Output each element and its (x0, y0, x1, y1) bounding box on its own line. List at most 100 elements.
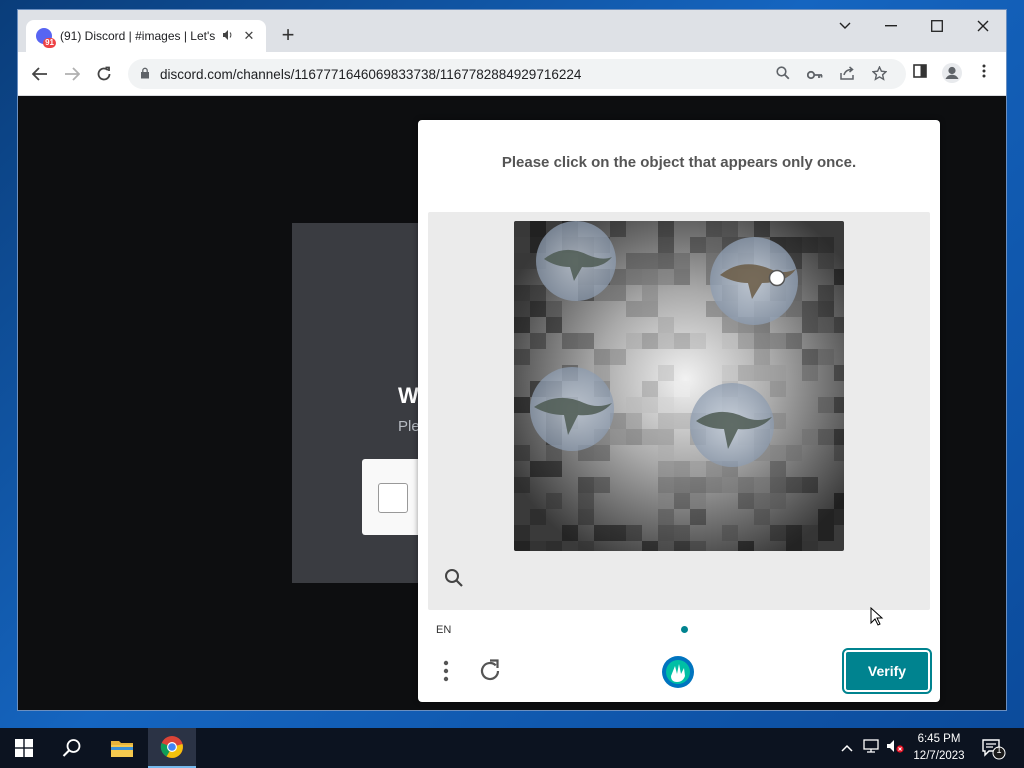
noise-pixel (818, 509, 834, 525)
noise-pixel (610, 349, 626, 365)
noise-pixel (738, 333, 754, 349)
forward-button[interactable] (58, 60, 86, 88)
noise-pixel (754, 477, 770, 493)
noise-pixel (594, 349, 610, 365)
bird-disk-1 (536, 221, 616, 301)
minimize-button[interactable] (868, 10, 914, 42)
noise-pixel (626, 301, 642, 317)
show-hidden-icons-chevron-up-icon[interactable] (838, 739, 856, 757)
discord-favicon-icon: 91 (36, 28, 56, 48)
address-bar[interactable]: discord.com/channels/1167771646069833738… (128, 59, 906, 89)
language-selector[interactable]: EN (436, 624, 451, 636)
taskbar-search-button[interactable] (48, 728, 96, 768)
noise-pixel (754, 349, 770, 365)
verify-button[interactable]: Verify (842, 648, 932, 694)
star-icon[interactable] (870, 65, 888, 84)
close-window-button[interactable] (960, 10, 1006, 42)
search-icon[interactable] (774, 66, 792, 84)
captcha-menu-button[interactable] (436, 657, 456, 685)
noise-pixel (770, 333, 786, 349)
network-icon[interactable] (862, 739, 880, 757)
mouse-cursor-icon (870, 607, 884, 626)
browser-window: 91 (91) Discord | #images | Let's ✕ + di… (18, 10, 1006, 710)
noise-pixel (658, 445, 674, 461)
noise-pixel (786, 477, 802, 493)
url-text[interactable]: discord.com/channels/1167771646069833738… (160, 67, 581, 82)
noise-pixel (690, 237, 706, 253)
speaker-icon[interactable] (222, 29, 236, 44)
noise-pixel (754, 333, 770, 349)
file-explorer-button[interactable] (98, 728, 146, 768)
noise-pixel (738, 493, 754, 509)
noise-pixel (674, 253, 690, 269)
noise-pixel (802, 317, 818, 333)
noise-pixel (546, 301, 562, 317)
reload-button[interactable] (90, 60, 118, 88)
noise-pixel (578, 509, 594, 525)
maximize-button[interactable] (914, 10, 960, 42)
noise-pixel (658, 477, 674, 493)
noise-pixel (722, 333, 738, 349)
noise-pixel (722, 525, 738, 541)
challenge-image[interactable] (514, 221, 844, 551)
noise-pixel (754, 509, 770, 525)
noise-pixel (802, 429, 818, 445)
noise-pixel (706, 237, 722, 253)
noise-pixel (658, 493, 674, 509)
tab-search-button[interactable] (822, 10, 868, 42)
noise-pixel (674, 381, 690, 397)
profile-icon[interactable] (940, 62, 964, 86)
noise-pixel (626, 429, 642, 445)
action-center-button[interactable]: 1 (980, 736, 1006, 760)
noise-pixel (786, 541, 802, 551)
noise-pixel (802, 301, 818, 317)
browser-tab[interactable]: 91 (91) Discord | #images | Let's ✕ (26, 20, 266, 52)
menu-icon[interactable] (974, 64, 994, 84)
noise-pixel (562, 333, 578, 349)
noise-pixel (690, 461, 706, 477)
noise-pixel (802, 349, 818, 365)
discord-page: W Ple Please click on the object that ap… (18, 96, 1006, 710)
reload-icon (97, 66, 111, 81)
noise-pixel (658, 525, 674, 541)
chrome-icon (160, 736, 183, 758)
zoom-icon[interactable] (444, 568, 466, 590)
noise-pixel (514, 397, 530, 413)
noise-pixel (770, 445, 786, 461)
noise-pixel (770, 525, 786, 541)
key-icon[interactable] (806, 66, 824, 84)
captcha-challenge: Please click on the object that appears … (418, 120, 940, 702)
modal-subtext: Ple (398, 418, 420, 435)
new-tab-button[interactable]: + (276, 24, 300, 48)
noise-pixel (722, 477, 738, 493)
noise-pixel (690, 333, 706, 349)
refresh-challenge-button[interactable] (476, 657, 504, 685)
noise-pixel (578, 493, 594, 509)
noise-pixel (834, 269, 844, 285)
noise-pixel (642, 381, 658, 397)
captcha-checkbox[interactable] (378, 483, 408, 513)
noise-pixel (658, 333, 674, 349)
share-icon[interactable] (838, 66, 856, 84)
volume-muted-icon[interactable] (886, 739, 904, 757)
chrome-taskbar-button[interactable] (148, 728, 196, 768)
modal-heading: W (398, 383, 419, 408)
noise-pixel (754, 493, 770, 509)
noise-pixel (834, 429, 844, 445)
noise-pixel (690, 493, 706, 509)
noise-pixel (818, 429, 834, 445)
noise-pixel (514, 221, 530, 237)
noise-pixel (658, 253, 674, 269)
noise-pixel (546, 541, 562, 551)
side-panel-icon[interactable] (910, 64, 930, 84)
lock-icon[interactable] (140, 67, 150, 82)
noise-pixel (642, 253, 658, 269)
noise-pixel (690, 541, 706, 551)
system-clock[interactable]: 6:45 PM 12/7/2023 (906, 731, 972, 765)
tab-close-button[interactable]: ✕ (242, 28, 256, 44)
noise-pixel (802, 541, 818, 551)
start-button[interactable] (0, 728, 48, 768)
noise-pixel (626, 525, 642, 541)
back-button[interactable] (26, 60, 54, 88)
challenge-area (428, 212, 930, 610)
